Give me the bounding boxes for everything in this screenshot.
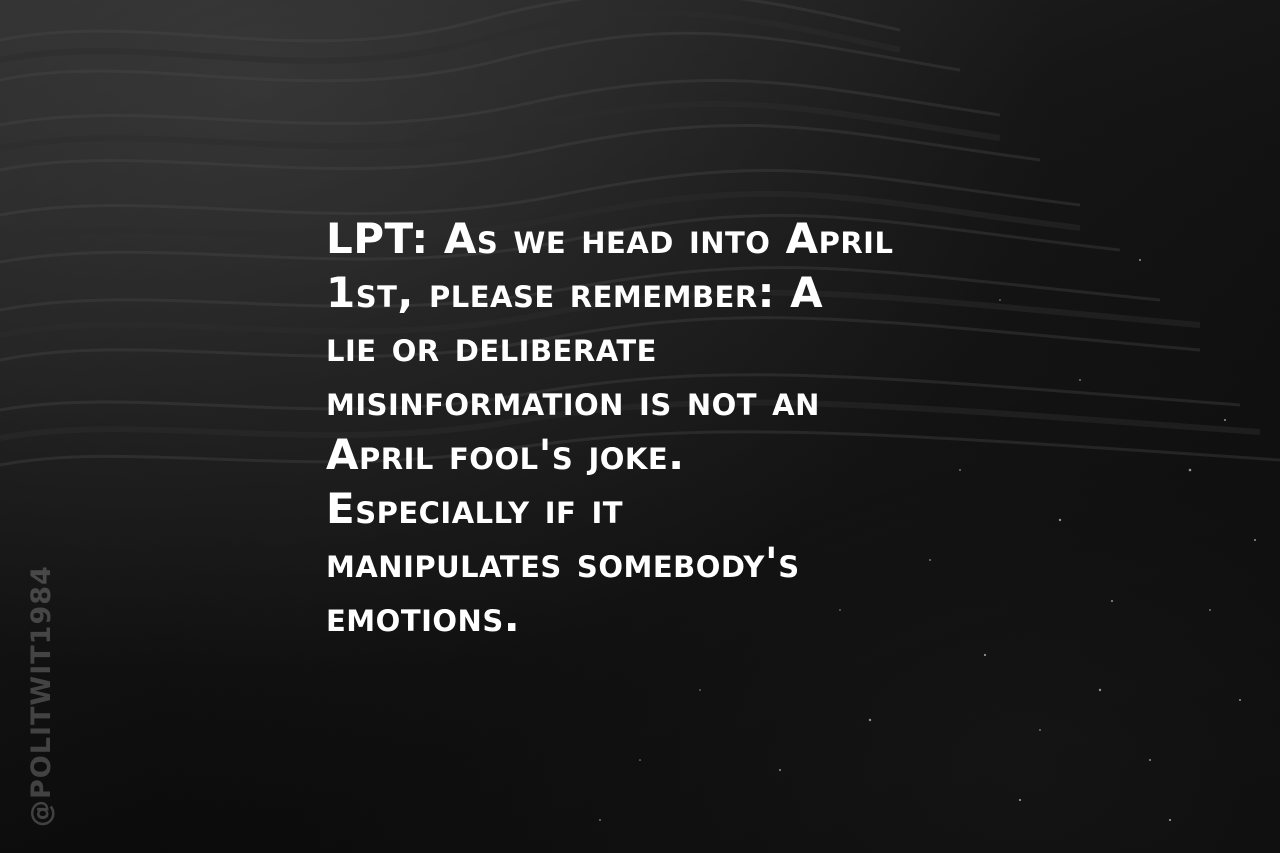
watermark-handle: @POLITWIT1984 bbox=[26, 565, 57, 827]
quote-text: LPT: As we head into April 1st, please r… bbox=[326, 212, 986, 644]
quote-line: Especially if it bbox=[326, 484, 624, 533]
quote-line: LPT: As we head into April bbox=[326, 214, 894, 263]
quote-line: emotions. bbox=[326, 592, 521, 641]
image-canvas: LPT: As we head into April 1st, please r… bbox=[0, 0, 1280, 853]
quote-line: 1st, please remember: A bbox=[326, 268, 824, 317]
quote-line: manipulates somebody's bbox=[326, 538, 800, 587]
quote-line: misinformation is not an bbox=[326, 376, 820, 425]
quote-line: lie or deliberate bbox=[326, 322, 657, 371]
quote-line: April fool's joke. bbox=[326, 430, 685, 479]
